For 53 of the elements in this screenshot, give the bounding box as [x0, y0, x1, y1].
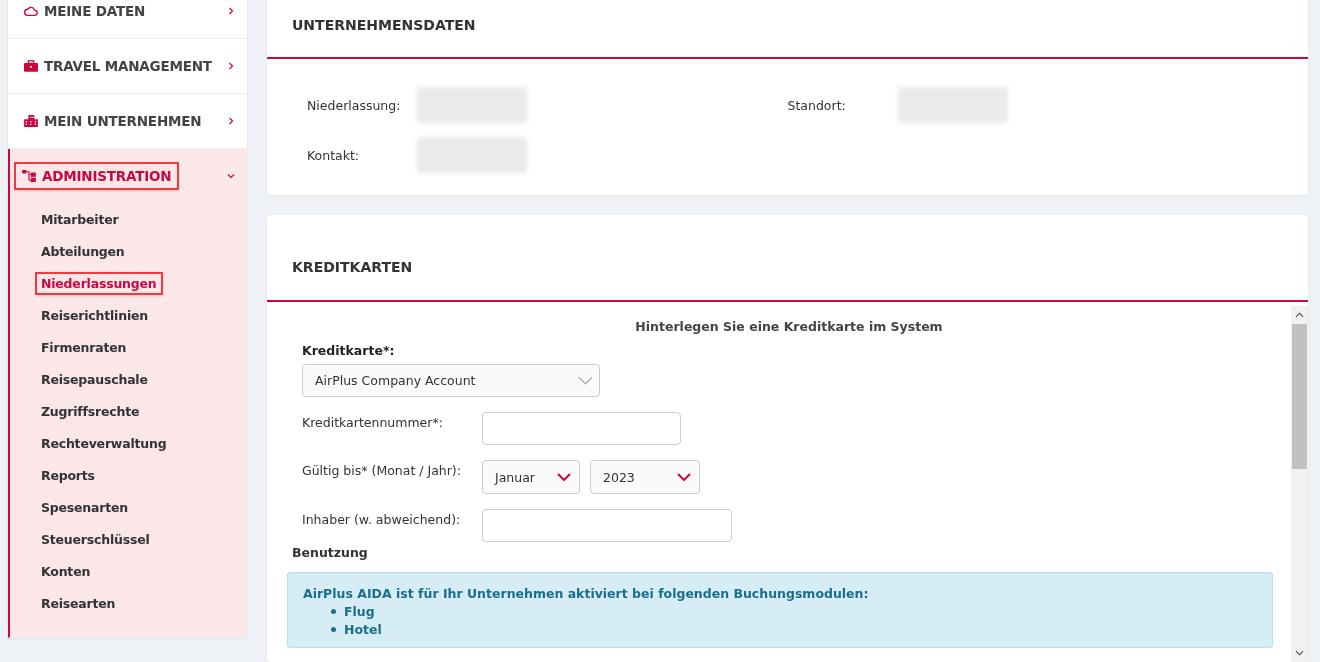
chevron-right-icon	[227, 62, 235, 70]
field-label: Standort:	[787, 97, 847, 113]
submenu-item[interactable]: Abteilungen	[37, 241, 129, 261]
menu-item[interactable]: ADMINISTRATION	[16, 164, 178, 188]
submenu-item[interactable]: Niederlassungen	[37, 273, 161, 293]
field-label: Kreditkartennummer*:	[302, 414, 444, 430]
chevron-right-icon	[227, 117, 235, 125]
chevron-down-icon	[557, 473, 571, 481]
hierarchy-icon	[22, 170, 36, 182]
submenu-item[interactable]: Spesenarten	[37, 497, 132, 517]
year-dropdown[interactable]: 2023	[590, 460, 700, 494]
section-title: KREDITKARTEN	[267, 215, 1308, 302]
card-type-dropdown[interactable]: AirPlus Company Account	[302, 364, 600, 397]
bullet-icon	[331, 627, 336, 632]
section-title: UNTERNEHMENSDATEN	[267, 0, 1308, 59]
field-label: Kontakt:	[307, 147, 361, 163]
module-item: Flug	[344, 604, 375, 619]
submenu-item[interactable]: Konten	[37, 561, 95, 581]
menu-item[interactable]: TRAVEL MANAGEMENT	[18, 54, 218, 78]
submenu-item[interactable]: Reiserichtlinien	[37, 305, 152, 325]
submenu-item[interactable]: Mitarbeiter	[37, 209, 123, 229]
field-label: Niederlassung:	[307, 97, 397, 113]
month-dropdown[interactable]: Januar	[482, 460, 580, 494]
submenu-item[interactable]: Reisearten	[37, 593, 120, 613]
chevron-down-icon	[227, 172, 235, 180]
info-text: AirPlus AIDA ist für Ihr Unternehmen aktiviert bei folgenden Buchungsmodulen:	[303, 586, 870, 601]
briefcase-icon	[24, 60, 38, 72]
cloud-icon	[24, 5, 38, 17]
building-icon	[24, 115, 38, 127]
menu-item[interactable]: MEIN UNTERNEHMEN	[18, 109, 208, 133]
submenu-item[interactable]: Firmenraten	[37, 337, 131, 357]
usage-heading: Benutzung	[292, 545, 368, 560]
scrollbar-thumb[interactable]	[1292, 324, 1307, 469]
scroll-up-icon[interactable]	[1295, 312, 1304, 318]
field-label: Gültig bis* (Monat / Jahr):	[302, 462, 462, 478]
scrollbar[interactable]	[1291, 306, 1308, 662]
module-item: Hotel	[344, 622, 382, 637]
card-number-field[interactable]	[482, 412, 681, 445]
menu-item[interactable]: MEINE DATEN	[18, 0, 152, 23]
intro-text: Hinterlegen Sie eine Kreditkarte im System	[635, 319, 943, 334]
bullet-icon	[331, 609, 336, 614]
card-holder-field[interactable]	[482, 509, 732, 542]
field-label: Inhaber (w. abweichend):	[302, 511, 462, 527]
submenu-item[interactable]: Reisepauschale	[37, 369, 152, 389]
chevron-right-icon	[227, 7, 235, 15]
chevron-down-icon	[677, 473, 691, 481]
scroll-down-icon[interactable]	[1295, 650, 1304, 656]
submenu-item[interactable]: Zugriffsrechte	[37, 401, 144, 421]
submenu-item[interactable]: Rechteverwaltung	[37, 433, 171, 453]
chevron-down-icon	[578, 376, 593, 385]
field-label: Kreditkarte*:	[302, 343, 395, 358]
submenu-item[interactable]: Steuerschlüssel	[37, 529, 154, 549]
submenu-item[interactable]: Reports	[37, 465, 99, 485]
